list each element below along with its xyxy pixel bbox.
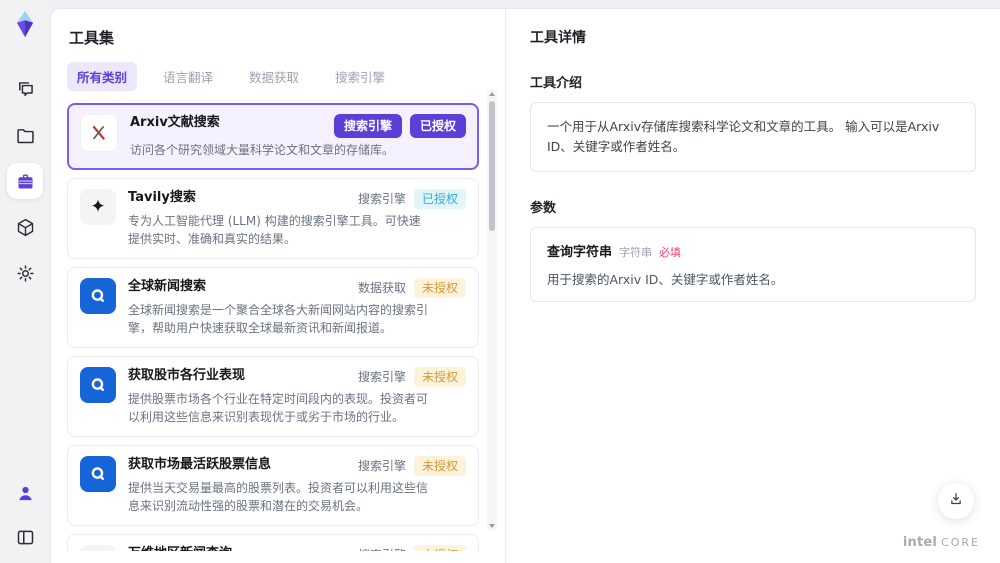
tag-已授权: 已授权 <box>409 114 466 138</box>
param-head: 查询字符串 字符串 必填 <box>547 241 959 260</box>
intro-box: 一个用于从Arxiv存储库搜索科学论文和文章的工具。 输入可以是Arxiv ID… <box>530 102 976 172</box>
tool-card-content: 全球新闻搜索 数据获取 未授权全球新闻搜索是一个聚合全球各大新闻网站内容的搜索引擎，… <box>128 278 466 337</box>
tool-card-content: Tavily搜索 搜索引擎 已授权专为人工智能代理 (LLM) 构建的搜索引擎工具。… <box>128 189 466 248</box>
tag-未授权: 未授权 <box>413 456 466 476</box>
tool-card-content: 获取股市各行业表现 搜索引擎 未授权提供股票市场各个行业在特定时间段内的表现。投资者… <box>128 367 466 426</box>
brand-watermark: intel core <box>903 535 980 550</box>
page-title: 工具集 <box>69 29 115 47</box>
download-button[interactable] <box>938 483 974 519</box>
tool-name: 全球新闻搜索 <box>128 279 207 294</box>
brand-intel-label: intel <box>902 535 938 550</box>
tool-description: 专为人工智能代理 (LLM) 构建的搜索引擎工具。可快速提供实时、准确和真实的结… <box>128 214 421 246</box>
scroll-up-arrow-icon[interactable] <box>489 92 495 96</box>
tag-未授权: 未授权 <box>413 545 466 551</box>
list-scrollbar[interactable] <box>487 89 497 531</box>
tool-tags: 搜索引擎 已授权 <box>333 114 466 138</box>
tag-搜索引擎: 搜索引擎 <box>358 545 406 551</box>
tag-搜索引擎: 搜索引擎 <box>357 370 406 384</box>
news-search-blue-icon <box>80 367 116 403</box>
intro-heading: 工具介绍 <box>530 76 583 91</box>
tool-card-content: 万维地区新闻查询搜索引擎未授权查询具体行政区划内的新闻，快速了解各地新闻动 <box>128 545 466 551</box>
intro-text: 一个用于从Arxiv存储库搜索科学论文和文章的工具。 输入可以是Arxiv ID… <box>547 119 940 154</box>
rail-item-toolbox-icon[interactable] <box>7 163 43 199</box>
tool-name: Tavily搜索 <box>128 190 196 205</box>
tool-name: 获取市场最活跃股票信息 <box>128 457 272 472</box>
arxiv-icon <box>80 114 118 152</box>
tool-name: Arxiv文献搜索 <box>130 115 220 130</box>
rail-nav <box>7 71 43 291</box>
tool-list-panel: 工具集 所有类别 语言翻译 数据获取 搜索引擎 Arxiv文献搜索 搜索引擎 已授权 访问各… <box>51 9 506 563</box>
tool-tags: 数据获取 未授权 <box>358 278 466 298</box>
tag-未授权: 未授权 <box>413 367 466 387</box>
tag-未授权: 未授权 <box>413 278 466 298</box>
rail-item-panel-toggle-icon[interactable] <box>7 519 43 555</box>
tool-description: 访问各个研究领域大量科学论文和文章的存储库。 <box>130 143 395 157</box>
tool-tags: 搜索引擎未授权 <box>358 456 466 476</box>
tool-name: 获取股市各行业表现 <box>128 368 246 383</box>
rail-item-user-icon[interactable] <box>7 475 43 511</box>
scroll-down-arrow-icon[interactable] <box>489 524 495 528</box>
detail-title: 工具详情 <box>530 30 586 46</box>
tool-tags: 搜索引擎未授权 <box>358 367 466 387</box>
brand-core-label: core <box>941 536 980 549</box>
tool-card-0[interactable]: Arxiv文献搜索 搜索引擎 已授权 访问各个研究领域大量科学论文和文章的存储库。 <box>67 103 479 170</box>
scrollbar-thumb[interactable] <box>489 101 495 231</box>
rail-bottom <box>7 475 43 555</box>
tool-description: 全球新闻搜索是一个聚合全球各大新闻网站内容的搜索引擎，帮助用户快速获取全球最新资… <box>128 303 429 335</box>
tool-description: 提供当天交易量最高的股票列表。投资者可以利用这些信息来识别流动性强的股票和潜在的… <box>128 481 429 513</box>
tag-已授权: 已授权 <box>413 189 466 209</box>
download-icon <box>947 490 965 512</box>
category-tab-3[interactable]: 搜索引擎 <box>325 62 395 91</box>
tool-tags: 搜索引擎 已授权 <box>358 189 466 209</box>
rail-item-package-icon[interactable] <box>7 209 43 245</box>
tag-数据获取: 数据获取 <box>357 281 406 295</box>
rail-item-settings-icon[interactable] <box>7 255 43 291</box>
main-surface: 工具集 所有类别 语言翻译 数据获取 搜索引擎 Arxiv文献搜索 搜索引擎 已授权 访问各… <box>50 8 1000 563</box>
rail-item-chat-icon[interactable] <box>7 71 43 107</box>
param-desc: 用于搜索的Arxiv ID、关键字或作者姓名。 <box>547 272 784 287</box>
tool-detail-panel: 工具详情 工具介绍 一个用于从Arxiv存储库搜索科学论文和文章的工具。 输入可… <box>506 9 1000 563</box>
category-tab-2[interactable]: 数据获取 <box>239 62 309 91</box>
tag-搜索引擎: 搜索引擎 <box>357 192 406 206</box>
tool-list: Arxiv文献搜索 搜索引擎 已授权 访问各个研究领域大量科学论文和文章的存储库。 Ta… <box>67 103 479 551</box>
param-type: 字符串 <box>619 246 653 259</box>
tool-name: 万维地区新闻查询 <box>128 545 232 551</box>
tool-card-2[interactable]: 全球新闻搜索 数据获取 未授权全球新闻搜索是一个聚合全球各大新闻网站内容的搜索引擎，… <box>67 267 479 348</box>
param-name: 查询字符串 <box>547 245 613 260</box>
param-required-badge: 必填 <box>659 246 682 259</box>
category-tab-0[interactable]: 所有类别 <box>67 62 138 91</box>
tool-card-5[interactable]: 万维地区新闻查询搜索引擎未授权查询具体行政区划内的新闻，快速了解各地新闻动 <box>67 534 479 551</box>
app-logo-crystal-icon[interactable] <box>10 9 40 39</box>
building-news-icon <box>80 545 116 551</box>
tool-card-content: Arxiv文献搜索 搜索引擎 已授权 访问各个研究领域大量科学论文和文章的存储库。 <box>130 114 466 159</box>
app-window: 工具集 所有类别 语言翻译 数据获取 搜索引擎 Arxiv文献搜索 搜索引擎 已授权 访问各… <box>0 0 1000 563</box>
tool-card-4[interactable]: 获取市场最活跃股票信息 搜索引擎 未授权提供当天交易量最高的股票列表。投资者可以利用… <box>67 445 479 526</box>
tool-card-content: 获取市场最活跃股票信息 搜索引擎 未授权提供当天交易量最高的股票列表。投资者可以利用… <box>128 456 466 515</box>
news-search-blue-icon <box>80 278 116 314</box>
left-rail <box>0 0 50 563</box>
category-tab-1[interactable]: 语言翻译 <box>153 62 223 91</box>
tool-card-3[interactable]: 获取股市各行业表现 搜索引擎 未授权提供股票市场各个行业在特定时间段内的表现。投资者… <box>67 356 479 437</box>
news-search-blue-icon <box>80 456 116 492</box>
tool-tags: 搜索引擎 未授权 <box>358 545 466 551</box>
tool-description: 提供股票市场各个行业在特定时间段内的表现。投资者可以利用这些信息来识别表现优于或… <box>128 392 429 424</box>
params-heading: 参数 <box>530 201 557 216</box>
tool-card-1[interactable]: Tavily搜索 搜索引擎 已授权专为人工智能代理 (LLM) 构建的搜索引擎工具。… <box>67 178 479 259</box>
category-tabs: 所有类别 语言翻译 数据获取 搜索引擎 <box>67 62 505 91</box>
tag-搜索引擎: 搜索引擎 <box>357 459 406 473</box>
rail-item-folder-icon[interactable] <box>7 117 43 153</box>
tag-搜索引擎: 搜索引擎 <box>333 114 402 138</box>
sparkle-icon <box>80 189 116 225</box>
param-box: 查询字符串 字符串 必填 用于搜索的Arxiv ID、关键字或作者姓名。 <box>530 227 976 302</box>
